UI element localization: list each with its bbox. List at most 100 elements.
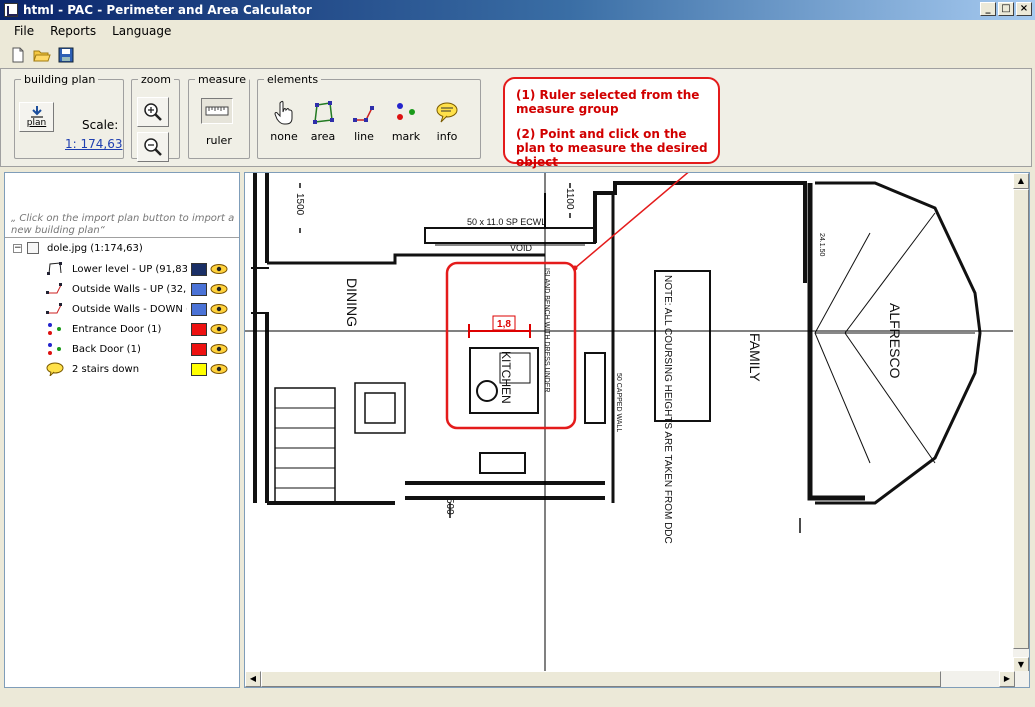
mark-icon xyxy=(48,343,61,355)
elements-legend: elements xyxy=(267,73,319,86)
elements-panel: „ Click on the import plan button to imp… xyxy=(4,172,240,688)
room-label-dining: DINING xyxy=(344,278,360,327)
room-label-family: FAMILY xyxy=(747,333,763,382)
zoom-in-icon xyxy=(144,103,162,121)
tree-item-entrance-door[interactable]: Entrance Door (1) xyxy=(45,320,237,338)
image-file-icon xyxy=(27,242,39,254)
scale-label: Scale: xyxy=(82,118,119,132)
collapse-icon[interactable]: − xyxy=(13,243,22,253)
import-plan-label: plan xyxy=(26,118,47,128)
tool-mark[interactable]: mark xyxy=(386,100,426,143)
plan-note: NOTE: ALL COURSING HEIGHTS ARE TAKEN FRO… xyxy=(662,275,673,544)
eye-visibility-icon[interactable] xyxy=(210,363,228,375)
ruler-icon xyxy=(205,106,229,116)
dimension-500: 500 xyxy=(444,498,455,515)
color-swatch[interactable] xyxy=(191,342,207,356)
void-label: VOID xyxy=(510,243,533,253)
hand-pointer-icon xyxy=(274,100,293,125)
eye-visibility-icon[interactable] xyxy=(210,263,228,275)
toolbar xyxy=(0,42,1035,68)
area-polygon-icon xyxy=(313,101,334,124)
tree-item-label: Outside Walls - DOWN (40, xyxy=(72,303,187,315)
callout-step-2: (2) Point and click on the plan to measu… xyxy=(516,127,708,169)
eye-visibility-icon[interactable] xyxy=(210,323,228,335)
floor-plan-drawing[interactable]: 1,8 DINING FAMILY ALFRESCO KITCHEN NOTE:… xyxy=(245,173,1015,673)
tree-item-label: Lower level - UP (91,83; 42, xyxy=(72,263,187,275)
dimension-1500: 1500 xyxy=(294,193,305,216)
save-file-button[interactable] xyxy=(56,45,76,65)
menu-file[interactable]: File xyxy=(6,22,42,40)
color-swatch[interactable] xyxy=(191,282,207,296)
tree-item-back-door[interactable]: Back Door (1) xyxy=(45,340,237,358)
color-swatch[interactable] xyxy=(191,362,207,376)
zoom-in-button[interactable] xyxy=(137,97,169,127)
mark-icon xyxy=(48,323,61,335)
mark-dots-icon xyxy=(397,103,415,120)
title-bar: html - PAC - Perimeter and Area Calculat… xyxy=(0,0,1035,20)
close-button[interactable]: × xyxy=(1016,2,1032,16)
scroll-up-arrow-icon[interactable]: ▲ xyxy=(1013,173,1029,189)
dimension-label: 50 x 11.0 SP ECWL xyxy=(467,217,546,227)
menu-bar: File Reports Language xyxy=(0,20,1035,42)
maximize-button[interactable]: □ xyxy=(998,2,1014,16)
scroll-right-arrow-icon[interactable]: ▶ xyxy=(999,671,1015,687)
line-icon xyxy=(353,106,374,122)
room-label-alfresco: ALFRESCO xyxy=(887,303,903,379)
color-swatch[interactable] xyxy=(191,262,207,276)
area-icon xyxy=(47,262,62,275)
color-swatch[interactable] xyxy=(191,302,207,316)
measure-group: measure ruler xyxy=(188,73,250,159)
tree-item-lower-level[interactable]: Lower level - UP (91,83; 42, xyxy=(45,260,237,278)
building-plan-legend: building plan xyxy=(24,73,96,86)
minimize-button[interactable]: _ xyxy=(980,2,996,16)
color-swatch[interactable] xyxy=(191,322,207,336)
zoom-out-button[interactable] xyxy=(137,132,169,162)
callout-step-1: (1) Ruler selected from the measure grou… xyxy=(516,88,700,116)
line-icon xyxy=(46,283,62,294)
tool-area[interactable]: area xyxy=(303,100,343,143)
menu-language[interactable]: Language xyxy=(104,22,179,40)
save-icon xyxy=(58,47,74,63)
island-bench-note: ISLAND BENCH WITH DRESS UNDER xyxy=(543,268,550,392)
tool-none-label: none xyxy=(270,130,298,143)
tree-root[interactable]: − dole.jpg (1:174,63) xyxy=(13,242,143,254)
ruler-button[interactable] xyxy=(201,98,233,124)
instruction-callout: (1) Ruler selected from the measure grou… xyxy=(503,77,720,169)
eye-visibility-icon[interactable] xyxy=(210,343,228,355)
tree-item-outside-walls-down[interactable]: Outside Walls - DOWN (40, xyxy=(45,300,237,318)
vertical-scroll-thumb[interactable] xyxy=(1013,189,1029,649)
menu-reports[interactable]: Reports xyxy=(42,22,104,40)
scroll-left-arrow-icon[interactable]: ◀ xyxy=(245,671,261,687)
tool-none[interactable]: none xyxy=(264,100,304,143)
app-icon xyxy=(4,3,18,17)
tree-item-label: Outside Walls - UP (32,69) xyxy=(72,283,187,295)
room-label-kitchen: KITCHEN xyxy=(499,351,513,404)
scale-value-link[interactable]: 1: 174,63 xyxy=(65,137,122,151)
tree-item-stairs-down[interactable]: 2 stairs down xyxy=(45,360,237,378)
import-plan-button[interactable]: plan xyxy=(19,102,54,132)
tree-item-outside-walls-up[interactable]: Outside Walls - UP (32,69) xyxy=(45,280,237,298)
tool-area-label: area xyxy=(310,130,336,143)
vertical-scrollbar[interactable]: ▲ ▼ xyxy=(1013,173,1029,673)
zoom-group: zoom xyxy=(131,73,180,162)
info-speech-bubble-icon xyxy=(436,102,458,123)
elements-group: elements none area line mark info xyxy=(257,73,481,159)
line-icon xyxy=(46,303,62,314)
eye-visibility-icon[interactable] xyxy=(210,283,228,295)
window-title: html - PAC - Perimeter and Area Calculat… xyxy=(23,3,312,17)
new-file-icon xyxy=(12,47,24,63)
capped-wall-note: 50 CAPPED WALL xyxy=(615,373,622,432)
eye-visibility-icon[interactable] xyxy=(210,303,228,315)
elements-tree: − dole.jpg (1:174,63) Lower level - UP (… xyxy=(5,237,239,687)
tool-info[interactable]: info xyxy=(427,100,467,143)
dimension-24-1-50: 24.1.50 xyxy=(818,233,825,256)
new-file-button[interactable] xyxy=(8,45,28,65)
info-icon xyxy=(46,362,64,376)
open-file-button[interactable] xyxy=(32,45,52,65)
horizontal-scrollbar[interactable]: ◀ ▶ xyxy=(245,671,1029,687)
horizontal-scroll-thumb[interactable] xyxy=(261,671,941,687)
tool-line[interactable]: line xyxy=(344,100,384,143)
import-arrow-icon xyxy=(30,106,43,118)
tool-info-label: info xyxy=(436,130,458,143)
plan-canvas[interactable]: 1,8 DINING FAMILY ALFRESCO KITCHEN NOTE:… xyxy=(244,172,1030,688)
